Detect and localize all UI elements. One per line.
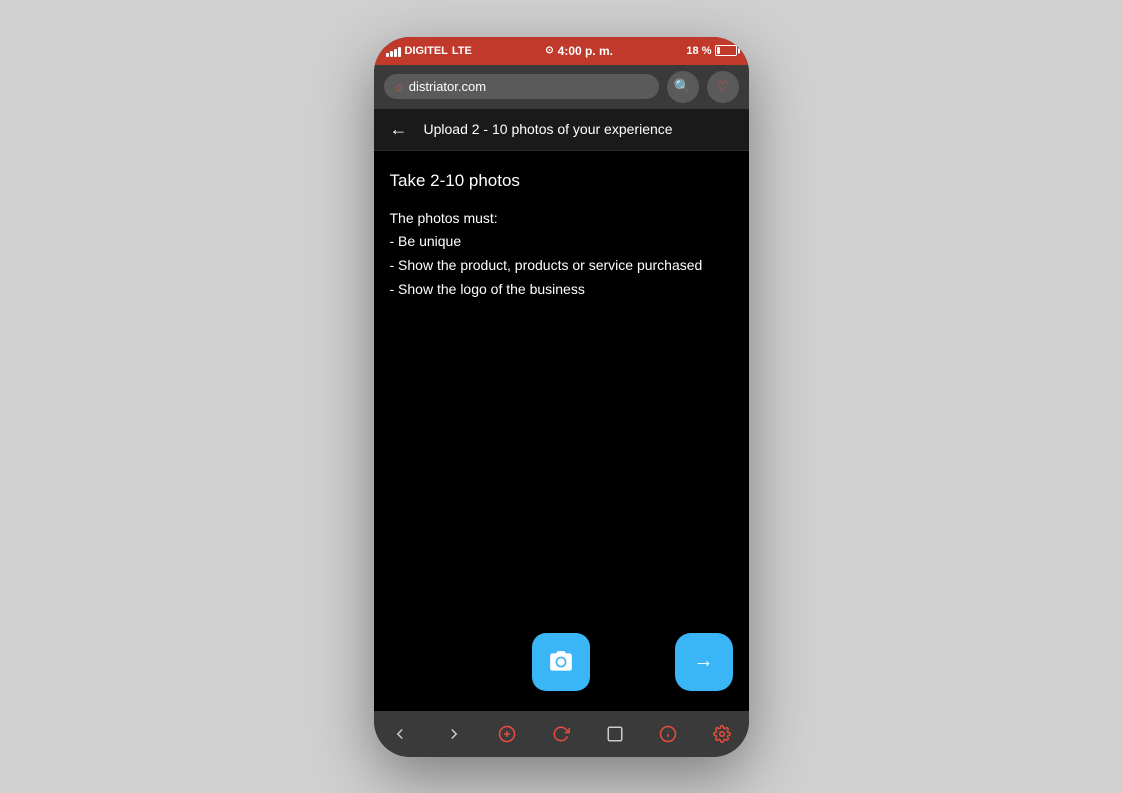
page-header: ← Upload 2 - 10 photos of your experienc… — [374, 109, 749, 151]
signal-bar-4 — [398, 47, 401, 57]
section-title: Take 2-10 photos — [390, 171, 733, 191]
next-button[interactable]: → — [675, 633, 733, 691]
time-display: 4:00 p. m. — [558, 44, 613, 58]
nav-window-icon — [606, 725, 624, 743]
browser-bar: ⌂ distriator.com 🔍 ♡ — [374, 65, 749, 109]
carrier-name: DIGITEL — [405, 45, 448, 57]
camera-button[interactable] — [532, 633, 590, 691]
signal-bar-2 — [390, 51, 393, 57]
battery-percent: 18 % — [686, 45, 711, 57]
signal-bar-1 — [386, 53, 389, 57]
action-area: → — [374, 621, 749, 711]
nav-window-button[interactable] — [597, 719, 633, 749]
url-text: distriator.com — [409, 79, 647, 94]
requirement-3: - Show the logo of the business — [390, 281, 585, 297]
heart-icon: ♡ — [716, 78, 729, 95]
page-title: Upload 2 - 10 photos of your experience — [424, 121, 673, 137]
next-arrow-icon: → — [694, 650, 714, 673]
requirement-1: - Be unique — [390, 233, 462, 249]
camera-icon — [548, 649, 574, 675]
signal-bars — [386, 45, 401, 57]
network-type: LTE — [452, 45, 472, 57]
search-button[interactable]: 🔍 — [667, 71, 699, 103]
browser-nav — [374, 711, 749, 757]
nav-refresh-icon — [552, 725, 570, 743]
signal-bar-3 — [394, 49, 397, 57]
status-right: 18 % — [686, 45, 736, 57]
nav-add-icon — [498, 725, 516, 743]
nav-forward-button[interactable] — [436, 719, 472, 749]
phone-frame: DIGITEL LTE ⊙ 4:00 p. m. 18 % ⌂ distriat… — [374, 37, 749, 757]
back-button[interactable]: ← — [390, 119, 408, 140]
status-left: DIGITEL LTE — [386, 45, 472, 57]
heart-button[interactable]: ♡ — [707, 71, 739, 103]
requirements-text: The photos must: - Be unique - Show the … — [390, 207, 733, 302]
nav-add-button[interactable] — [489, 719, 525, 749]
nav-back-icon — [391, 725, 409, 743]
status-bar: DIGITEL LTE ⊙ 4:00 p. m. 18 % — [374, 37, 749, 65]
nav-info-icon — [659, 725, 677, 743]
nav-info-button[interactable] — [650, 719, 686, 749]
nav-back-button[interactable] — [382, 719, 418, 749]
url-bar[interactable]: ⌂ distriator.com — [384, 74, 659, 99]
home-icon: ⌂ — [396, 80, 403, 94]
battery-fill — [717, 47, 721, 54]
nav-forward-icon — [445, 725, 463, 743]
nav-settings-icon — [713, 725, 731, 743]
battery-icon — [715, 45, 737, 56]
search-icon: 🔍 — [674, 78, 691, 95]
requirement-2: - Show the product, products or service … — [390, 257, 703, 273]
status-center: ⊙ 4:00 p. m. — [545, 44, 613, 58]
main-content: Take 2-10 photos The photos must: - Be u… — [374, 151, 749, 621]
nav-refresh-button[interactable] — [543, 719, 579, 749]
nav-settings-button[interactable] — [704, 719, 740, 749]
requirements-label: The photos must: — [390, 210, 498, 226]
